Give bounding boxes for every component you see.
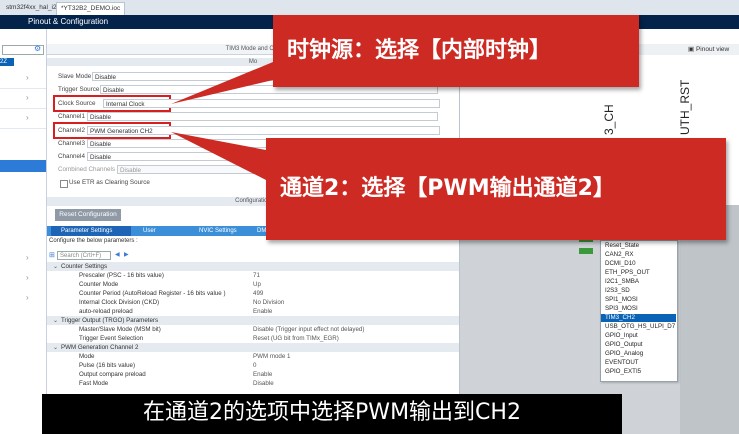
video-subtitle: 在通道2的选项中选择PWM输出到CH2 <box>42 394 622 434</box>
channel-callout-pointer <box>171 132 266 180</box>
clock-callout-pointer <box>171 62 273 104</box>
callout-arrows <box>171 62 273 180</box>
